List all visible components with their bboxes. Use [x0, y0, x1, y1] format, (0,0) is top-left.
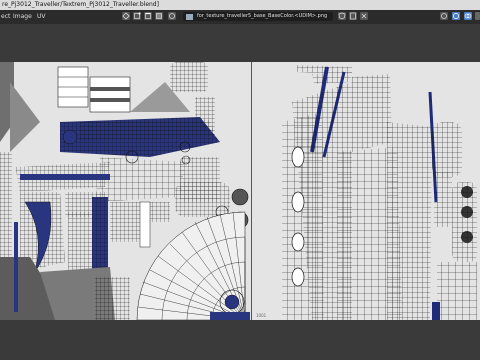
image-editor-header: ect Image UV for_texture_traveller5_base…	[0, 10, 480, 24]
uv-editor-canvas[interactable]: 1001	[0, 62, 480, 321]
uv-tile-1002[interactable]	[252, 62, 480, 320]
overlay-icon[interactable]	[464, 12, 472, 20]
vertex-select-icon[interactable]	[133, 12, 141, 20]
edge-select-icon[interactable]	[144, 12, 152, 20]
uv-layout-left	[0, 62, 251, 321]
uv-tile-1001[interactable]	[0, 62, 251, 321]
face-select-icon[interactable]	[155, 12, 163, 20]
menu-item-select[interactable]: ect	[1, 13, 10, 20]
pivot-icon[interactable]	[440, 12, 448, 20]
sticky-select-mode-icon[interactable]	[168, 12, 176, 20]
window-titlebar: re_Pj3012_Traveller/Textrem_Pj3012_Trave…	[0, 0, 480, 10]
image-icon	[186, 13, 193, 20]
viewport-background-top	[0, 24, 480, 62]
image-name: for_texture_traveller5_base_BaseColor.<U…	[197, 13, 328, 19]
more-menu-icon[interactable]	[475, 12, 480, 20]
new-image-icon[interactable]	[349, 12, 357, 20]
image-browse-field[interactable]: for_texture_traveller5_base_BaseColor.<U…	[183, 12, 333, 21]
close-icon[interactable]	[360, 12, 368, 20]
sync-selection-icon[interactable]	[122, 12, 130, 20]
window-title: re_Pj3012_Traveller/Textrem_Pj3012_Trave…	[2, 1, 159, 8]
uv-layout-right	[252, 62, 480, 320]
menu-item-image[interactable]: Image	[13, 13, 32, 20]
tile-number-label: 1001	[256, 313, 267, 318]
menu-item-uv[interactable]: UV	[37, 13, 46, 20]
view-gizmo-icon[interactable]	[452, 12, 460, 20]
fake-user-shield-icon[interactable]	[338, 12, 346, 20]
viewport-background-bottom	[0, 320, 480, 360]
